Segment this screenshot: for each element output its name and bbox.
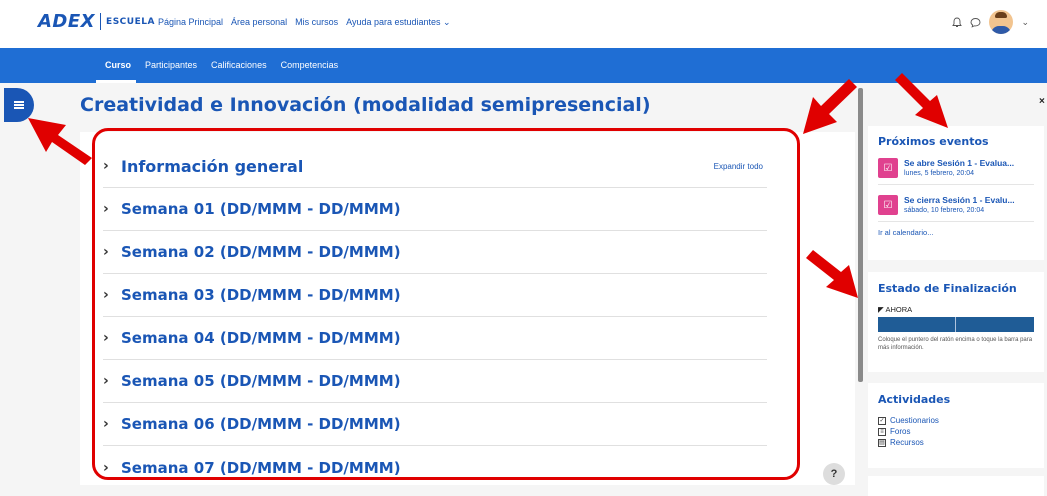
completion-progress-bar[interactable]: [878, 317, 1034, 332]
event-item[interactable]: ☑ Se cierra Sesión 1 - Evalu... sábado, …: [878, 195, 1034, 222]
event-title[interactable]: Se abre Sesión 1 - Evalua...: [904, 158, 1034, 168]
resource-icon: ▤: [878, 438, 886, 447]
upcoming-events-block: Próximos eventos ☑ Se abre Sesión 1 - Ev…: [868, 126, 1044, 260]
list-icon: [14, 101, 24, 109]
tab-participants[interactable]: Participantes: [145, 60, 197, 70]
now-marker: ◤ AHORA: [878, 305, 1034, 314]
block-title: Estado de Finalización: [878, 282, 1017, 295]
bell-icon[interactable]: [952, 17, 963, 28]
now-label: AHORA: [885, 305, 913, 314]
event-date[interactable]: lunes, 5 febrero, 20:04: [904, 170, 1034, 177]
activity-resources[interactable]: ▤ Recursos: [878, 438, 1034, 447]
course-tabs: Curso Participantes Calificaciones Compe…: [105, 60, 338, 70]
event-date[interactable]: sábado, 10 febrero, 20:04: [904, 207, 1034, 214]
user-avatar[interactable]: [989, 10, 1014, 34]
help-button[interactable]: ?: [823, 463, 845, 485]
completion-status-block: Estado de Finalización ◤ AHORA Coloque e…: [868, 272, 1044, 372]
completion-hint: Coloque el puntero del ratón encima o to…: [878, 337, 1033, 351]
chat-icon[interactable]: [970, 17, 981, 28]
flag-icon: ◤: [878, 305, 884, 314]
progress-divider: [955, 317, 956, 332]
event-item[interactable]: ☑ Se abre Sesión 1 - Evalua... lunes, 5 …: [878, 158, 1034, 185]
block-title: Actividades: [878, 393, 951, 406]
course-index-toggle[interactable]: [4, 88, 34, 122]
calendar-link[interactable]: Ir al calendario...: [878, 228, 1034, 237]
tab-course[interactable]: Curso: [105, 60, 131, 70]
nav-dashboard[interactable]: Área personal: [231, 17, 287, 28]
site-logo[interactable]: ADEX ESCUELA: [38, 11, 155, 32]
quiz-icon: ✓: [878, 416, 886, 425]
activity-forums[interactable]: ≡ Foros: [878, 427, 1034, 436]
nav-student-help[interactable]: Ayuda para estudiantes ⌄: [346, 17, 450, 28]
scrollbar[interactable]: [858, 88, 863, 382]
activity-label[interactable]: Cuestionarios: [890, 416, 939, 425]
tab-grades[interactable]: Calificaciones: [211, 60, 267, 70]
next-block: [868, 476, 1044, 496]
logo-divider: [100, 13, 102, 30]
event-title[interactable]: Se cierra Sesión 1 - Evalu...: [904, 195, 1034, 205]
logo-sub: ESCUELA: [106, 16, 155, 27]
tab-competencies[interactable]: Competencias: [281, 60, 339, 70]
top-navbar: ADEX ESCUELA Página Principal Área perso…: [0, 0, 1047, 48]
activity-label[interactable]: Foros: [890, 427, 910, 436]
user-tools: ⌄: [952, 10, 1029, 34]
activity-label[interactable]: Recursos: [890, 438, 924, 447]
nav-my-courses[interactable]: Mis cursos: [295, 17, 338, 28]
forum-icon: ≡: [878, 427, 886, 436]
red-arrow-icon: [803, 79, 857, 134]
checkbox-icon: ☑: [878, 195, 898, 215]
annotation-highlight-box: [92, 128, 800, 480]
primary-nav: Página Principal Área personal Mis curso…: [158, 17, 451, 28]
close-drawer-button[interactable]: ×: [1039, 96, 1045, 107]
nav-home[interactable]: Página Principal: [158, 17, 223, 28]
checkbox-icon: ☑: [878, 158, 898, 178]
logo-main: ADEX: [38, 11, 96, 32]
activities-block: Actividades ✓ Cuestionarios ≡ Foros ▤ Re…: [868, 383, 1044, 468]
activity-quizzes[interactable]: ✓ Cuestionarios: [878, 416, 1034, 425]
active-tab-indicator: [96, 80, 136, 83]
chevron-down-icon[interactable]: ⌄: [1021, 17, 1029, 28]
page-title: Creatividad e Innovación (modalidad semi…: [80, 94, 651, 116]
block-title: Próximos eventos: [878, 135, 989, 148]
